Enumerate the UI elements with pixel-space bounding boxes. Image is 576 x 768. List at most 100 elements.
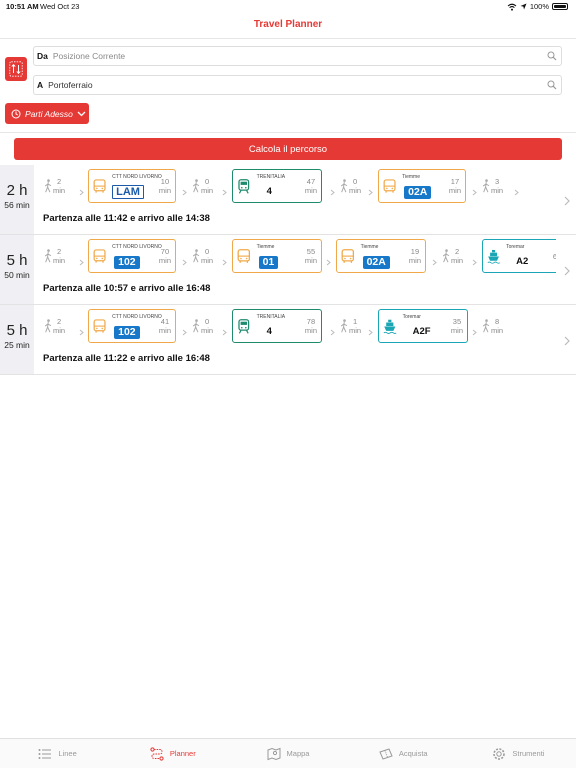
transit-leg[interactable]: Tiemme 02A 19 min: [336, 239, 426, 273]
route-legs: 2 min CTT NORD LIVORNO LAM 10 min 0 min TRENITAL…: [34, 169, 556, 205]
walk-leg: 2 min: [44, 169, 65, 203]
route-option[interactable]: 2 h 56 min 2 min CTT NORD LIVORNO LAM 10 min 0 mi…: [0, 165, 576, 235]
operator-logo: Toremar: [506, 244, 525, 250]
route-duration: 2 h 56 min: [0, 165, 34, 234]
route-summary: Partenza alle 11:22 e arrivo alle 16:48: [43, 353, 210, 364]
tab-label: Strumenti: [512, 749, 545, 758]
tab-acquista[interactable]: Acquista: [346, 739, 461, 768]
leg-separator: [472, 183, 477, 201]
route-detail-chevron[interactable]: [564, 263, 570, 281]
swap-direction-button[interactable]: [5, 57, 27, 81]
location-icon: [520, 3, 527, 10]
route-detail-chevron[interactable]: [564, 193, 570, 211]
walk-minutes: 2: [454, 247, 460, 256]
walk-minutes: 8: [494, 317, 500, 326]
transit-leg[interactable]: CTT NORD LIVORNO 102 70 min: [88, 239, 176, 273]
bus-icon: [93, 178, 106, 193]
route-option[interactable]: 5 h 25 min 2 min CTT NORD LIVORNO 102 41 min 0 mi…: [0, 305, 576, 375]
transit-leg[interactable]: Toremar A2F 35 min: [378, 309, 468, 343]
bus-icon: [93, 318, 106, 333]
leg-separator: [330, 323, 335, 341]
leg-unit: min: [304, 186, 317, 195]
walk-minutes: 0: [352, 177, 358, 186]
leg-separator: [368, 323, 373, 341]
leg-separator: [182, 183, 187, 201]
transit-leg[interactable]: CTT NORD LIVORNO LAM 10 min: [88, 169, 176, 203]
chevron-right-icon[interactable]: [564, 266, 570, 276]
route-summary: Partenza alle 11:42 e arrivo alle 14:38: [43, 213, 210, 224]
walk-icon: [443, 249, 450, 263]
walk-unit: min: [349, 186, 362, 195]
leg-separator: [79, 183, 84, 201]
tab-bar: Linee Planner Mappa Acquista Strumenti: [0, 738, 576, 768]
operator-logo: CTT NORD LIVORNO: [112, 174, 162, 180]
route-icon: [150, 746, 164, 761]
transit-leg[interactable]: Tiemme 01 55 min: [232, 239, 322, 273]
line-badge: 102: [114, 326, 140, 339]
walk-minutes: 2: [56, 177, 62, 186]
transit-leg[interactable]: Tiemme 02A 17 min: [378, 169, 466, 203]
depart-now-dropdown[interactable]: Parti Adesso: [5, 103, 89, 124]
leg-unit: min: [450, 326, 463, 335]
tab-label: Mappa: [286, 749, 310, 758]
arrow-right-icon: [222, 329, 227, 336]
tab-label: Acquista: [398, 749, 428, 758]
form-divider: [0, 132, 576, 133]
calculate-route-button[interactable]: Calcola il percorso: [14, 138, 562, 160]
route-detail-chevron[interactable]: [564, 333, 570, 351]
line-badge: 4: [266, 326, 272, 337]
leg-separator: [326, 253, 331, 271]
leg-separator: [222, 253, 227, 271]
from-input[interactable]: [52, 51, 561, 61]
arrow-right-icon: [79, 259, 84, 266]
duration-hours: 2 h: [6, 182, 28, 199]
tab-mappa[interactable]: Mappa: [230, 739, 345, 768]
train-icon: [238, 178, 250, 194]
route-legs: 2 min CTT NORD LIVORNO 102 70 min 0 min Tiemme 01…: [34, 239, 556, 275]
walk-unit: min: [201, 326, 214, 335]
to-input[interactable]: [48, 80, 561, 90]
leg-minutes: 55: [306, 247, 316, 256]
walk-leg: 1 min: [340, 309, 361, 343]
walk-unit: min: [53, 186, 66, 195]
transit-leg[interactable]: Toremar A2 6: [482, 239, 556, 273]
to-field[interactable]: A: [33, 75, 562, 95]
transit-leg[interactable]: TRENITALIA 4 78 min: [232, 309, 322, 343]
leg-unit: min: [158, 186, 171, 195]
arrow-right-icon: [472, 329, 477, 336]
walk-leg: 2 min: [442, 239, 463, 273]
walk-leg: 0 min: [192, 239, 213, 273]
tab-label: Linee: [58, 749, 77, 758]
clock-icon: [11, 109, 21, 118]
from-field[interactable]: Da: [33, 46, 562, 66]
line-badge: A2F: [412, 326, 431, 337]
leg-separator: [368, 183, 373, 201]
tab-planner[interactable]: Planner: [115, 739, 230, 768]
leg-separator: [514, 183, 519, 201]
leg-minutes: 6: [552, 251, 556, 261]
walk-unit: min: [201, 256, 214, 265]
walk-unit: min: [491, 186, 504, 195]
leg-separator: [79, 253, 84, 271]
leg-separator: [222, 323, 227, 341]
leg-unit: min: [304, 326, 317, 335]
status-date: Wed Oct 23: [40, 2, 80, 11]
tab-strumenti[interactable]: Strumenti: [461, 739, 576, 768]
ticket-icon: [379, 747, 393, 760]
chevron-down-icon: [77, 111, 86, 116]
route-option[interactable]: 5 h 50 min 2 min CTT NORD LIVORNO 102 70 min 0 mi…: [0, 235, 576, 305]
walk-minutes: 0: [204, 317, 210, 326]
tab-linee[interactable]: Linee: [0, 739, 115, 768]
walk-icon: [193, 319, 200, 333]
transit-leg[interactable]: CTT NORD LIVORNO 102 41 min: [88, 309, 176, 343]
walk-minutes: 1: [352, 317, 358, 326]
chevron-right-icon[interactable]: [564, 336, 570, 346]
walk-leg: 0 min: [340, 169, 361, 203]
line-badge: 4: [266, 186, 272, 197]
transit-leg[interactable]: TRENITALIA 4 47 min: [232, 169, 322, 203]
arrow-right-icon: [182, 189, 187, 196]
chevron-right-icon[interactable]: [564, 196, 570, 206]
arrow-right-icon: [182, 329, 187, 336]
leg-separator: [222, 183, 227, 201]
train-icon: [238, 318, 250, 334]
